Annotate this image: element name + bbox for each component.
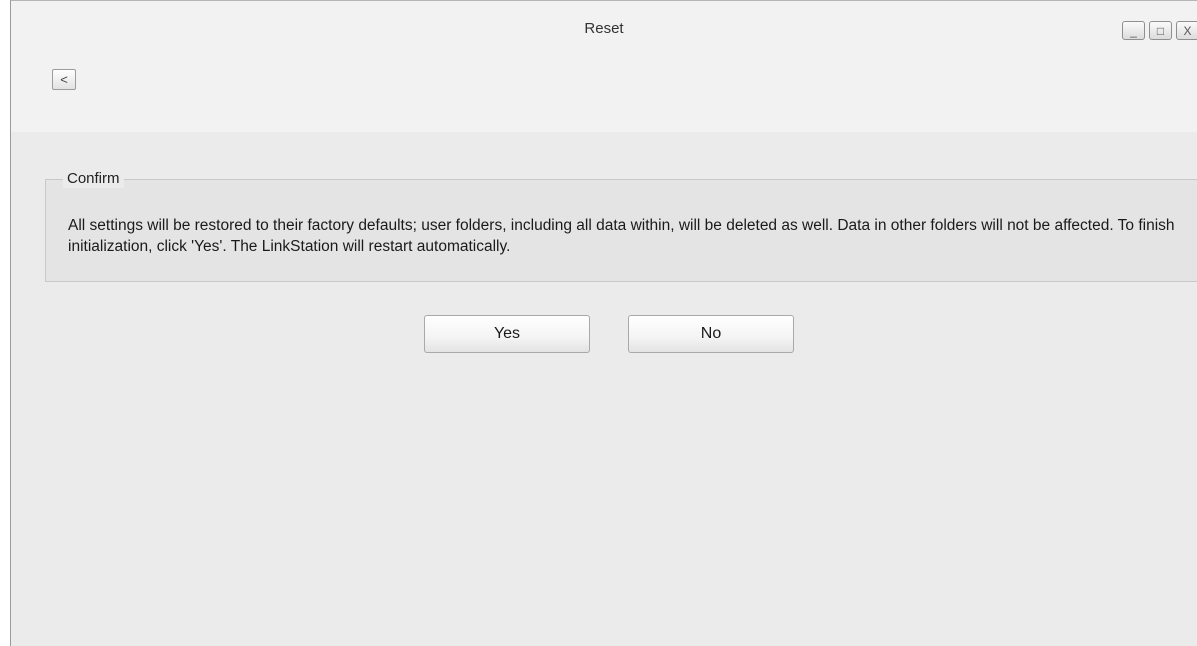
minimize-button[interactable]: _ (1122, 21, 1145, 40)
back-button[interactable]: < (52, 69, 76, 90)
yes-button[interactable]: Yes (424, 315, 590, 353)
no-button[interactable]: No (628, 315, 794, 353)
title-bar: Reset _ □ X < (11, 1, 1197, 132)
maximize-button[interactable]: □ (1149, 21, 1172, 40)
window-controls: _ □ X (1122, 21, 1197, 40)
close-button[interactable]: X (1176, 21, 1197, 40)
close-icon: X (1183, 23, 1192, 38)
confirm-message: All settings will be restored to their f… (68, 217, 1175, 255)
confirm-legend: Confirm (63, 170, 124, 188)
window-title: Reset (584, 20, 624, 37)
maximize-icon: □ (1156, 23, 1165, 38)
dialog-actions: Yes No (424, 315, 794, 353)
minimize-icon: _ (1130, 23, 1137, 38)
chevron-left-icon: < (60, 72, 68, 87)
reset-window: Reset _ □ X < Confirm All settings will … (10, 0, 1197, 646)
confirm-group: Confirm All settings will be restored to… (45, 170, 1197, 282)
